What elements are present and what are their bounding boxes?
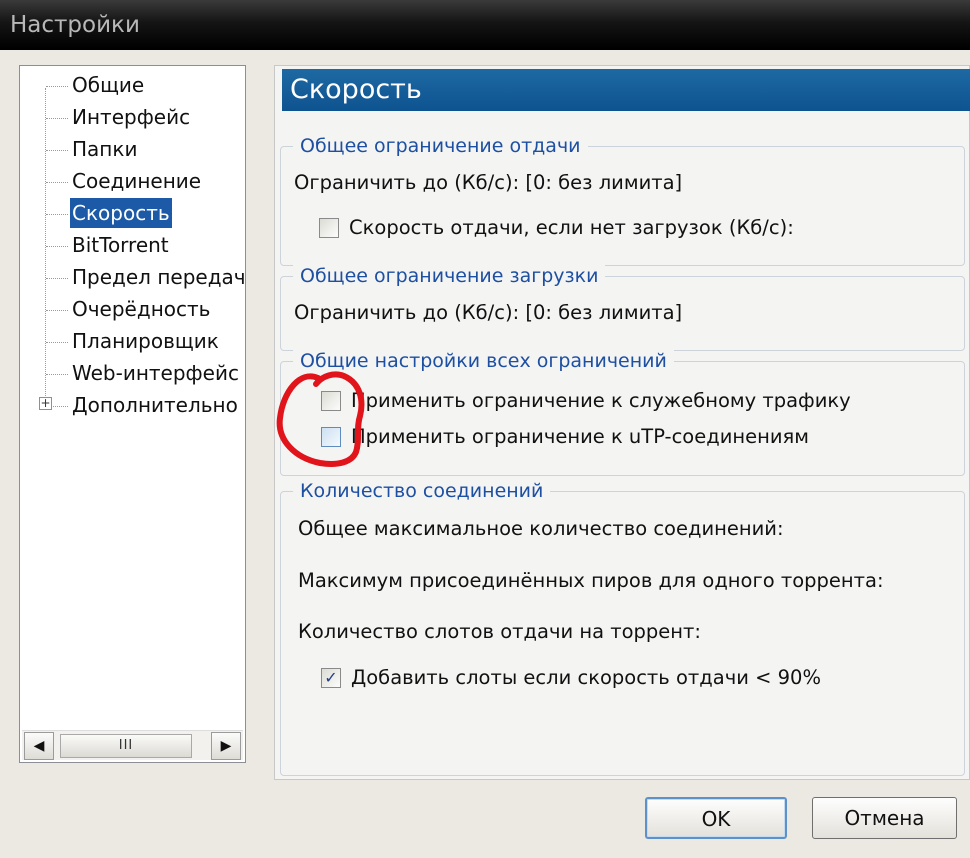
upload-limit-group: Общее ограничение отдачи Ограничить до (… <box>280 135 965 266</box>
upload-slots-label: Количество слотов отдачи на торрент: <box>298 620 701 643</box>
tree-connector <box>46 246 68 247</box>
tree-item-scheduler[interactable]: Планировщик <box>70 326 221 356</box>
tree-connector <box>46 374 68 375</box>
connections-legend: Количество соединений <box>293 480 551 502</box>
scroll-thumb[interactable]: III <box>60 734 192 758</box>
max-connections-label: Общее максимальное количество соединений… <box>298 517 784 540</box>
tree-connector <box>46 182 68 183</box>
scroll-right-arrow-icon[interactable]: ▶ <box>211 732 241 760</box>
upload-limit-legend: Общее ограничение отдачи <box>293 135 588 157</box>
settings-window: Общие Интерфейс Папки Соединение Скорост… <box>0 50 970 858</box>
settings-tree: Общие Интерфейс Папки Соединение Скорост… <box>19 65 246 763</box>
cancel-button[interactable]: Отмена <box>812 797 957 839</box>
upload-limit-label: Ограничить до (Кб/с): [0: без лимита] <box>294 171 683 194</box>
max-peers-label: Максимум присоединённых пиров для одного… <box>298 569 884 592</box>
download-limit-label: Ограничить до (Кб/с): [0: без лимита] <box>294 301 683 324</box>
overhead-limit-label[interactable]: Применить ограничение к служебному трафи… <box>351 389 851 413</box>
tree-item-speed[interactable]: Скорость <box>70 198 172 228</box>
tree-item-interface[interactable]: Интерфейс <box>70 102 192 132</box>
tree-connector <box>46 310 68 311</box>
utp-limit-label[interactable]: Применить ограничение к uTP-соединениям <box>351 425 809 449</box>
tree-item-folders[interactable]: Папки <box>70 134 139 164</box>
tree-connector <box>46 342 68 343</box>
tree-item-transfer-cap[interactable]: Предел передачи <box>70 262 245 292</box>
scroll-left-arrow-icon[interactable]: ◀ <box>24 732 54 760</box>
no-download-upload-checkbox[interactable] <box>319 218 339 238</box>
tree-item-advanced[interactable]: Дополнительно <box>70 390 240 420</box>
tree-connector <box>46 214 68 215</box>
no-download-upload-label[interactable]: Скорость отдачи, если нет загрузок (Кб/с… <box>349 216 794 240</box>
title-bar: Настройки <box>0 0 970 50</box>
download-limit-group: Общее ограничение загрузки Ограничить до… <box>280 265 965 351</box>
speed-settings-pane: Скорость Общее ограничение отдачи Ограни… <box>274 65 970 780</box>
tree-connector <box>46 118 68 119</box>
page-title: Скорость <box>282 69 970 111</box>
tree-connector <box>46 150 68 151</box>
horizontal-scrollbar[interactable]: ◀ III ▶ <box>22 730 243 760</box>
download-limit-legend: Общее ограничение загрузки <box>293 265 606 287</box>
overhead-limit-checkbox[interactable] <box>321 391 341 411</box>
tree-item-connection[interactable]: Соединение <box>70 166 203 196</box>
tree-item-bittorrent[interactable]: BitTorrent <box>70 230 171 260</box>
add-slots-label[interactable]: Добавить слоты если скорость отдачи < 90… <box>351 666 821 690</box>
global-limits-group: Общие настройки всех ограничений Примени… <box>280 350 965 476</box>
tree-connector <box>45 88 46 406</box>
tree-item-web-ui[interactable]: Web-интерфейс <box>70 358 241 388</box>
global-limits-legend: Общие настройки всех ограничений <box>293 350 674 372</box>
expand-icon[interactable]: + <box>39 397 52 410</box>
utp-limit-checkbox[interactable] <box>321 427 341 447</box>
ok-button[interactable]: OK <box>645 797 787 839</box>
tree-item-queueing[interactable]: Очерёдность <box>70 294 212 324</box>
tree-connector <box>53 406 68 407</box>
connections-group: Количество соединений Общее максимальное… <box>280 480 965 776</box>
tree-connector <box>46 86 68 87</box>
add-slots-checkbox[interactable]: ✓ <box>321 668 341 688</box>
tree-item-general[interactable]: Общие <box>70 70 146 100</box>
tree-connector <box>46 278 68 279</box>
window-title: Настройки <box>10 12 140 38</box>
